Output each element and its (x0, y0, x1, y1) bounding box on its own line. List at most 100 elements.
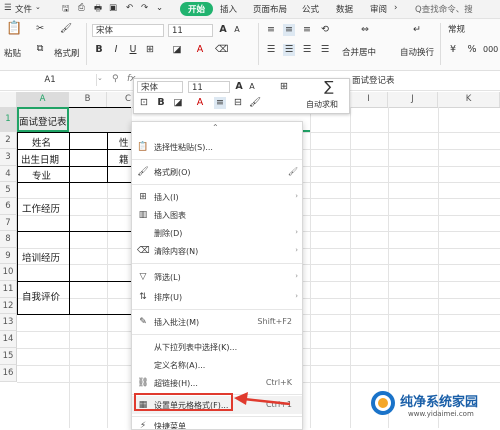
percent-button[interactable]: % (466, 44, 478, 56)
mini-size-select[interactable]: 11 (188, 81, 230, 93)
tab-more[interactable]: › (394, 3, 397, 13)
cell-work-label[interactable]: 工作经历 (22, 201, 60, 215)
font-shrink-icon[interactable]: A (231, 24, 243, 36)
format-painter-button[interactable]: 格式刷 (54, 47, 80, 59)
font-color-icon[interactable]: A (194, 44, 206, 56)
search-box[interactable]: Q查找命令、搜 (415, 3, 473, 15)
mini-border-icon[interactable]: ⊞ (278, 81, 290, 93)
cell-name-label[interactable]: 姓名 (32, 135, 51, 149)
cell-birth-label[interactable]: 出生日期 (21, 152, 59, 166)
mini-bold-button[interactable]: B (155, 97, 167, 109)
autosum-button[interactable]: 自动求和 (306, 99, 338, 110)
tab-data[interactable]: 数据 (336, 3, 353, 15)
align-left-icon[interactable]: ☰ (265, 44, 277, 56)
cell-major-label[interactable]: 专业 (32, 168, 51, 182)
font-grow-icon[interactable]: A (217, 24, 229, 36)
autosum-icon[interactable]: ∑ (321, 80, 337, 94)
clear-format-icon[interactable]: ⌫ (215, 44, 228, 56)
menu-item-format-painter[interactable]: 🖌 格式刷(O) 🖌 (132, 165, 302, 180)
menu-item-paste-special[interactable]: 📋 选择性粘贴(S)... (132, 140, 302, 155)
menu-item-delete[interactable]: 删除(D) › (132, 226, 302, 241)
mini-merge-icon[interactable]: ⊟ (232, 97, 244, 109)
name-box[interactable]: A1 (4, 74, 97, 86)
border-icon[interactable]: ⊞ (144, 44, 156, 56)
tab-page-layout[interactable]: 页面布局 (253, 3, 287, 15)
row-header-15[interactable]: 15 (0, 348, 17, 365)
fill-color-icon[interactable]: ◪ (171, 44, 183, 56)
row-header-4[interactable]: 4 (0, 166, 17, 182)
row-header-11[interactable]: 11 (0, 281, 17, 298)
font-name-select[interactable]: 宋体 (92, 24, 164, 37)
merge-center-button[interactable]: 合并居中 (342, 46, 376, 58)
copy-icon[interactable]: ⧉ (34, 43, 46, 55)
column-header-i[interactable]: I (350, 92, 388, 107)
tab-formula[interactable]: 公式 (302, 3, 319, 15)
zoom-icon[interactable]: ⚲ (112, 74, 119, 84)
mini-font-grow-icon[interactable]: A (233, 81, 245, 93)
font-size-select[interactable]: 11 (168, 24, 213, 37)
paste-icon[interactable]: 📋 (6, 22, 22, 37)
mini-painter-icon[interactable]: 🖌 (249, 97, 261, 109)
row-header-6[interactable]: 6 (0, 198, 17, 215)
column-header-j[interactable]: J (388, 92, 438, 107)
undo-icon[interactable]: ↶ (126, 3, 133, 13)
name-box-chevron-icon[interactable]: ⌄ (97, 74, 103, 82)
row-header-12[interactable]: 12 (0, 298, 17, 314)
mini-fill-icon[interactable]: ◪ (172, 97, 184, 109)
wrap-text-button[interactable]: 自动换行 (400, 46, 434, 58)
menu-scroll-up-icon[interactable]: ⌃ (212, 123, 219, 132)
cell-title[interactable]: 面试登记表 (19, 114, 67, 128)
row-header-8[interactable]: 8 (0, 231, 17, 248)
row-header-5[interactable]: 5 (0, 182, 17, 198)
merge-center-icon[interactable]: ⇔ (358, 24, 372, 36)
cut-icon[interactable]: ✂ (34, 23, 46, 35)
formula-content[interactable]: 面试登记表 (352, 74, 395, 86)
row-header-16[interactable]: 16 (0, 365, 17, 382)
italic-button[interactable]: I (110, 44, 122, 56)
menu-item-insert-chart[interactable]: ▥ 插入图表 (132, 208, 302, 223)
menu-item-filter[interactable]: ▽ 筛选(L) › (132, 270, 302, 285)
hamburger-icon[interactable]: ☰ (4, 3, 12, 13)
row-header-7[interactable]: 7 (0, 215, 17, 231)
menu-item-quick[interactable]: ⚡ 快捷菜单 (132, 419, 302, 429)
cell-native-label[interactable]: 籍 (119, 152, 129, 166)
select-all-corner[interactable] (0, 92, 17, 107)
number-format-select[interactable]: 常规 (445, 24, 500, 37)
mini-font-shrink-icon[interactable]: A (246, 81, 258, 93)
mini-format-icon[interactable]: ⊡ (138, 97, 150, 109)
menu-file[interactable]: 文件 (15, 3, 32, 15)
column-header-a[interactable]: A (17, 92, 69, 107)
text-rotate-icon[interactable]: ⟲ (319, 24, 331, 36)
row-header-13[interactable]: 13 (0, 314, 17, 331)
menu-item-insert-comment[interactable]: ✎ 插入批注(M) Shift+F2 (132, 315, 302, 330)
chevron-down-icon[interactable]: ⌄ (35, 3, 41, 11)
print-icon[interactable]: 🖶 (94, 3, 102, 17)
justify-icon[interactable]: ☰ (319, 44, 331, 56)
row-header-1[interactable]: 1 (0, 107, 17, 132)
menu-item-define-name[interactable]: 定义名称(A)... (132, 358, 302, 373)
row-header-2[interactable]: 2 (0, 132, 17, 149)
underline-button[interactable]: U (127, 44, 139, 56)
wrap-text-icon[interactable]: ↵ (410, 24, 424, 36)
export-icon[interactable]: ⎙ (78, 3, 85, 13)
row-header-10[interactable]: 10 (0, 264, 17, 281)
align-top-icon[interactable]: ≡ (265, 24, 277, 36)
mini-font-select[interactable]: 宋体 (137, 81, 183, 93)
row-header-14[interactable]: 14 (0, 331, 17, 348)
align-middle-icon[interactable]: ≡ (283, 24, 295, 36)
save-icon[interactable]: 🖫 (62, 3, 69, 17)
cell-self-eval-label[interactable]: 自我评价 (22, 289, 60, 303)
format-painter-icon[interactable]: 🖌 (60, 23, 72, 35)
mini-align-icon[interactable]: ≡ (214, 97, 226, 109)
column-header-k[interactable]: K (438, 92, 500, 107)
align-right-icon[interactable]: ☰ (301, 44, 313, 56)
row-header-9[interactable]: 9 (0, 248, 17, 264)
menu-item-sort[interactable]: ⇅ 排序(U) › (132, 290, 302, 305)
redo-icon[interactable]: ↷ (141, 3, 148, 13)
menu-item-hyperlink[interactable]: ⛓ 超链接(H)... Ctrl+K (132, 376, 302, 391)
paste-button[interactable]: 粘贴 (4, 47, 21, 59)
menu-item-dropdown-pick[interactable]: 从下拉列表中选择(K)... (132, 340, 302, 355)
currency-button[interactable]: ¥ (447, 44, 459, 56)
tab-start[interactable]: 开始 (180, 2, 214, 16)
thousands-icon[interactable]: 000 (483, 44, 498, 56)
